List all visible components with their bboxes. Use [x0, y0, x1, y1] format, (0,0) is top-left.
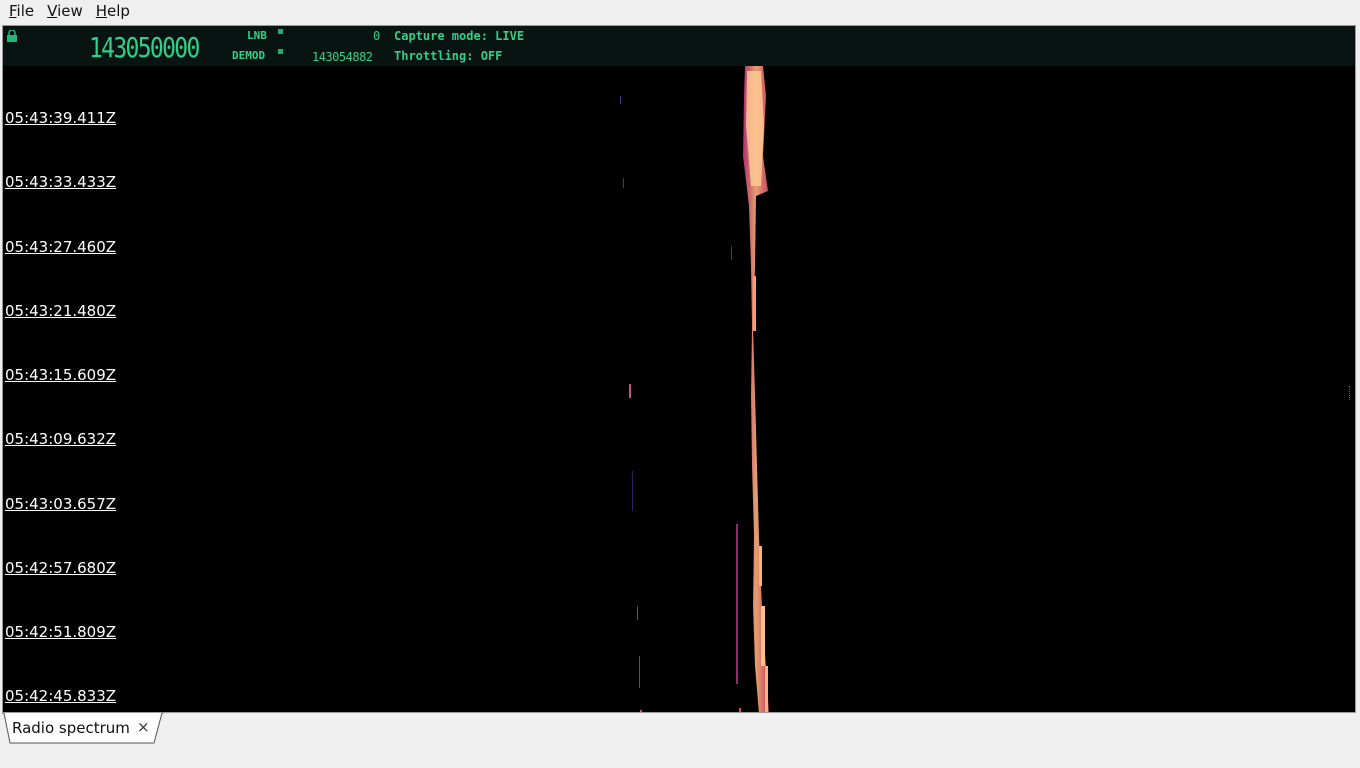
waterfall-display[interactable]: 05:43:39.411Z 05:43:33.433Z 05:43:27.460… [3, 66, 1355, 712]
timestamp-label: 05:43:03.657Z [5, 495, 117, 513]
timestamp-label: 05:43:39.411Z [5, 109, 117, 127]
lock-icon[interactable] [6, 30, 18, 42]
menu-view-label: iew [57, 2, 83, 20]
menu-file[interactable]: File [5, 0, 38, 22]
menu-view[interactable]: View [43, 0, 87, 22]
demod-value[interactable]: 143054882 [312, 50, 373, 64]
menu-bar: File View Help [0, 0, 1360, 22]
timestamp-label: 05:43:15.609Z [5, 366, 117, 384]
lnb-label: LNB [247, 29, 267, 42]
spectrum-header: 143050000 LNB 0 DEMOD 143054882 Capture … [3, 26, 1355, 66]
capture-mode-status: Capture mode: LIVE [394, 29, 525, 43]
menu-file-label: ile [16, 2, 35, 20]
lnb-lock-icon[interactable] [278, 29, 283, 34]
timestamp-label: 05:42:57.680Z [5, 559, 117, 577]
close-icon[interactable]: × [137, 718, 150, 736]
radio-spectrum-panel[interactable]: 143050000 LNB 0 DEMOD 143054882 Capture … [2, 25, 1356, 713]
demod-lock-icon[interactable] [278, 49, 283, 54]
tab-bar: Radio spectrum × [0, 713, 1360, 768]
menu-view-mnemonic: V [47, 2, 58, 20]
tab-radio-spectrum[interactable]: Radio spectrum × [2, 713, 164, 744]
menu-help[interactable]: Help [92, 0, 134, 22]
timestamp-label: 05:43:21.480Z [5, 302, 117, 320]
waterfall-signal-traces [620, 66, 769, 712]
menu-help-label: elp [107, 2, 130, 20]
timestamp-label: 05:43:33.433Z [5, 173, 117, 191]
menu-file-mnemonic: F [9, 2, 17, 20]
center-frequency-display[interactable]: 143050000 [89, 32, 200, 64]
timestamp-label: 05:43:09.632Z [5, 430, 117, 448]
timestamp-label: 05:42:45.833Z [5, 687, 117, 705]
demod-label: DEMOD [232, 49, 266, 62]
throttling-status: Throttling: OFF [394, 49, 503, 63]
resize-grip[interactable] [1349, 386, 1353, 400]
lnb-value[interactable]: 0 [373, 29, 380, 43]
tab-label: Radio spectrum [12, 719, 130, 737]
timestamp-label: 05:42:51.809Z [5, 623, 117, 641]
menu-help-mnemonic: H [95, 2, 108, 20]
timestamp-label: 05:43:27.460Z [5, 238, 117, 256]
